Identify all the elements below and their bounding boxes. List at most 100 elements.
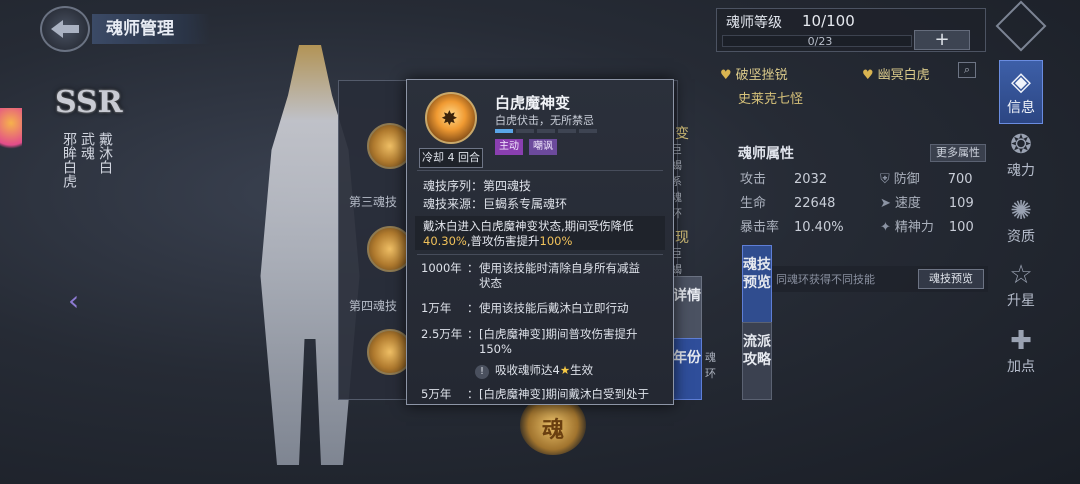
nav-label: 资质 [1007, 229, 1035, 245]
defense-icon: ⛨ [880, 172, 890, 187]
condition-text: 吸收魂师达4 [495, 363, 560, 377]
skill-level-segment [579, 129, 597, 133]
nav-label: 魂力 [1007, 163, 1035, 179]
source-label: 魂技来源： [423, 197, 484, 211]
attr-name: 速度 [894, 196, 921, 211]
nav-label: 加点 [1007, 359, 1035, 375]
divider [417, 170, 663, 171]
source-value: 巨蝎系专属魂环 [483, 197, 568, 211]
attr-name: 攻击 [740, 172, 767, 187]
tab-school-guide[interactable]: 流派攻略 [742, 322, 772, 400]
spirit-icon: ✦ [880, 220, 891, 235]
nav-star-up[interactable]: ☆ 升星 [999, 260, 1043, 310]
attr-value: 2032 [794, 172, 828, 187]
year-text: 使用该技能后戴沐白立即行动 [479, 301, 629, 315]
tag-taunt: 嘲讽 [529, 139, 557, 155]
cooldown-label: 冷却 4 回合 [419, 148, 483, 168]
star-up-icon: ☆ [1009, 260, 1033, 290]
nav-info[interactable]: ◈ 信息 [999, 60, 1043, 124]
skill3-title-tail: 变 [675, 126, 689, 142]
effect-mid: ,普攻伤害提升 [466, 234, 540, 248]
martial-soul-label: 武魂 [79, 132, 95, 160]
skill3-slot-label: 第三魂技 [349, 195, 398, 209]
level-value: 10/100 [802, 12, 855, 30]
skill-level-segment [495, 129, 513, 133]
tag-active: 主动 [495, 139, 523, 155]
year-text: [白虎魔神变]期间普攻伤害提升150% [479, 327, 638, 356]
add-point-icon: ✚ [1010, 326, 1032, 356]
prev-character-icon[interactable]: ‹ [68, 284, 79, 317]
year-bonus-row: 2.5万年 ：[白虎魔神变]期间普攻伤害提升150% [421, 327, 651, 357]
attr-value: 10.40% [794, 220, 844, 235]
attr-row: ✦ 精神力 100 [880, 216, 974, 235]
attr-name: 暴击率 [740, 220, 780, 235]
effect-pre: 戴沐白进入白虎魔神变状态,期间受伤降低 [423, 219, 634, 233]
year-colon: ： [467, 261, 479, 275]
nav-aptitude[interactable]: ✺ 资质 [999, 196, 1043, 246]
trait-2-label: 幽冥白虎 [877, 68, 930, 83]
effect-text: 戴沐白进入白虎魔神变状态,期间受伤降低40.30%,普攻伤害提升100% [423, 219, 661, 249]
heart-icon: ♥ [720, 68, 732, 83]
effect-value-1: 40.30% [423, 234, 467, 248]
search-icon[interactable]: ⌕ [958, 62, 976, 78]
menu-diamond-icon[interactable] [995, 0, 1047, 52]
nav-soul-power[interactable]: ❂ 魂力 [999, 130, 1043, 180]
character-name: 戴沐白 [97, 132, 113, 174]
skill-tooltip: ✸ 冷却 4 回合 白虎魔神变 白虎伏击，无所禁忌 主动 嘲讽 魂技序列：第四魂… [406, 79, 674, 405]
condition-suffix: 生效 [570, 363, 594, 377]
skill-preview-button[interactable]: 魂技预览 [918, 269, 984, 289]
back-arrow-icon [51, 20, 79, 38]
attr-value: 700 [947, 172, 973, 187]
attributes-title: 魂师属性 [738, 146, 794, 162]
divider [417, 254, 663, 255]
year-button[interactable]: 年份 [672, 338, 702, 400]
skill-sequence: 魂技序列：第四魂技 [423, 177, 531, 194]
page-title: 魂师管理 [92, 14, 210, 44]
year-bonus-row: 1000年 ：使用该技能时清除自身所有减益状态 [421, 261, 651, 291]
level-up-button[interactable]: + [914, 30, 970, 50]
skill4-slot-label: 第四魂技 [349, 299, 398, 313]
skill5-source: 魂环 [705, 351, 716, 380]
attr-value: 100 [948, 220, 974, 235]
soul-power-icon: ❂ [1010, 130, 1032, 160]
year-label: 1000年 [421, 261, 462, 275]
nav-label: 信息 [1007, 100, 1035, 116]
skill4-title-tail: 现 [675, 230, 689, 246]
trait-1[interactable]: ♥ 破坚挫锐 [720, 64, 788, 83]
skill-level-bar [495, 129, 597, 133]
year-label: 2.5万年 [421, 327, 463, 341]
attr-name: 精神力 [894, 220, 934, 235]
attr-value: 22648 [794, 196, 836, 211]
faction-label: 史莱克七怪 [738, 92, 804, 107]
tab-skill-preview[interactable]: 魂技预览 [742, 245, 772, 323]
year-colon: ： [467, 301, 479, 315]
back-button[interactable] [40, 6, 90, 52]
speed-icon: ➤ [880, 196, 891, 211]
nav-add-point[interactable]: ✚ 加点 [999, 326, 1043, 376]
trait-1-label: 破坚挫锐 [735, 68, 788, 83]
skill-level-segment [516, 129, 534, 133]
detail-button[interactable]: 详情 [672, 276, 702, 344]
more-attributes-button[interactable]: 更多属性 [930, 144, 986, 162]
year-text: [白虎魔神变]期间戴沐白受到处于 [479, 387, 649, 401]
year-bonus-row: 5万年 ：[白虎魔神变]期间戴沐白受到处于 [421, 387, 651, 402]
year-text: 使用该技能时清除自身所有减益状态 [479, 261, 640, 290]
aptitude-icon: ✺ [1010, 196, 1032, 226]
attr-name: 防御 [893, 172, 920, 187]
attr-row: ⛨ 防御 700 [880, 168, 973, 187]
attr-row: 攻击 2032 [740, 168, 827, 187]
event-star-icon[interactable] [0, 108, 22, 158]
level-label: 魂师等级 [726, 15, 782, 31]
nav-label: 升星 [1007, 293, 1035, 309]
attr-value: 109 [948, 196, 974, 211]
year-colon: ： [467, 387, 479, 401]
martial-soul-name: 邪眸白虎 [61, 132, 77, 188]
trait-2[interactable]: ♥ 幽冥白虎 [862, 64, 930, 83]
effect-value-2: 100% [539, 234, 573, 248]
rarity-label: SSR [55, 85, 123, 120]
skill-level-segment [558, 129, 576, 133]
attr-row: 生命 22648 [740, 192, 835, 211]
attr-name: 生命 [740, 196, 767, 211]
skill-name: 白虎魔神变 [495, 94, 571, 112]
attr-row: ➤ 速度 109 [880, 192, 974, 211]
